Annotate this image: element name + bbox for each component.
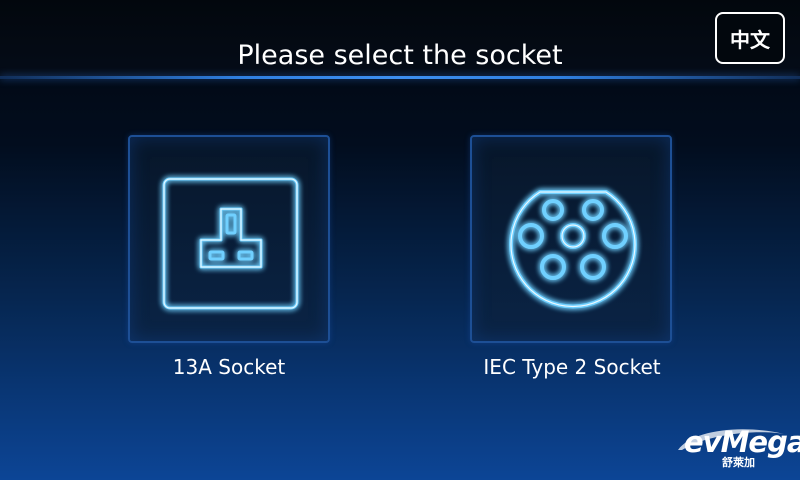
uk-13a-socket-icon bbox=[162, 177, 299, 310]
header-divider bbox=[0, 76, 800, 79]
language-toggle-button[interactable]: 中文 bbox=[715, 12, 785, 64]
socket-option-13a[interactable] bbox=[128, 135, 330, 343]
socket-option-iec-type2[interactable] bbox=[470, 135, 672, 343]
page-title: Please select the socket bbox=[237, 40, 563, 71]
socket-label-13a: 13A Socket bbox=[172, 355, 286, 379]
brand-logo: evMega 舒萊加 bbox=[672, 420, 800, 472]
brand-logo-subtext: 舒萊加 bbox=[722, 456, 755, 469]
type2-connector-icon bbox=[509, 190, 637, 309]
brand-logo-text: evMega bbox=[684, 425, 800, 459]
socket-label-iec-type2: IEC Type 2 Socket bbox=[483, 355, 661, 379]
